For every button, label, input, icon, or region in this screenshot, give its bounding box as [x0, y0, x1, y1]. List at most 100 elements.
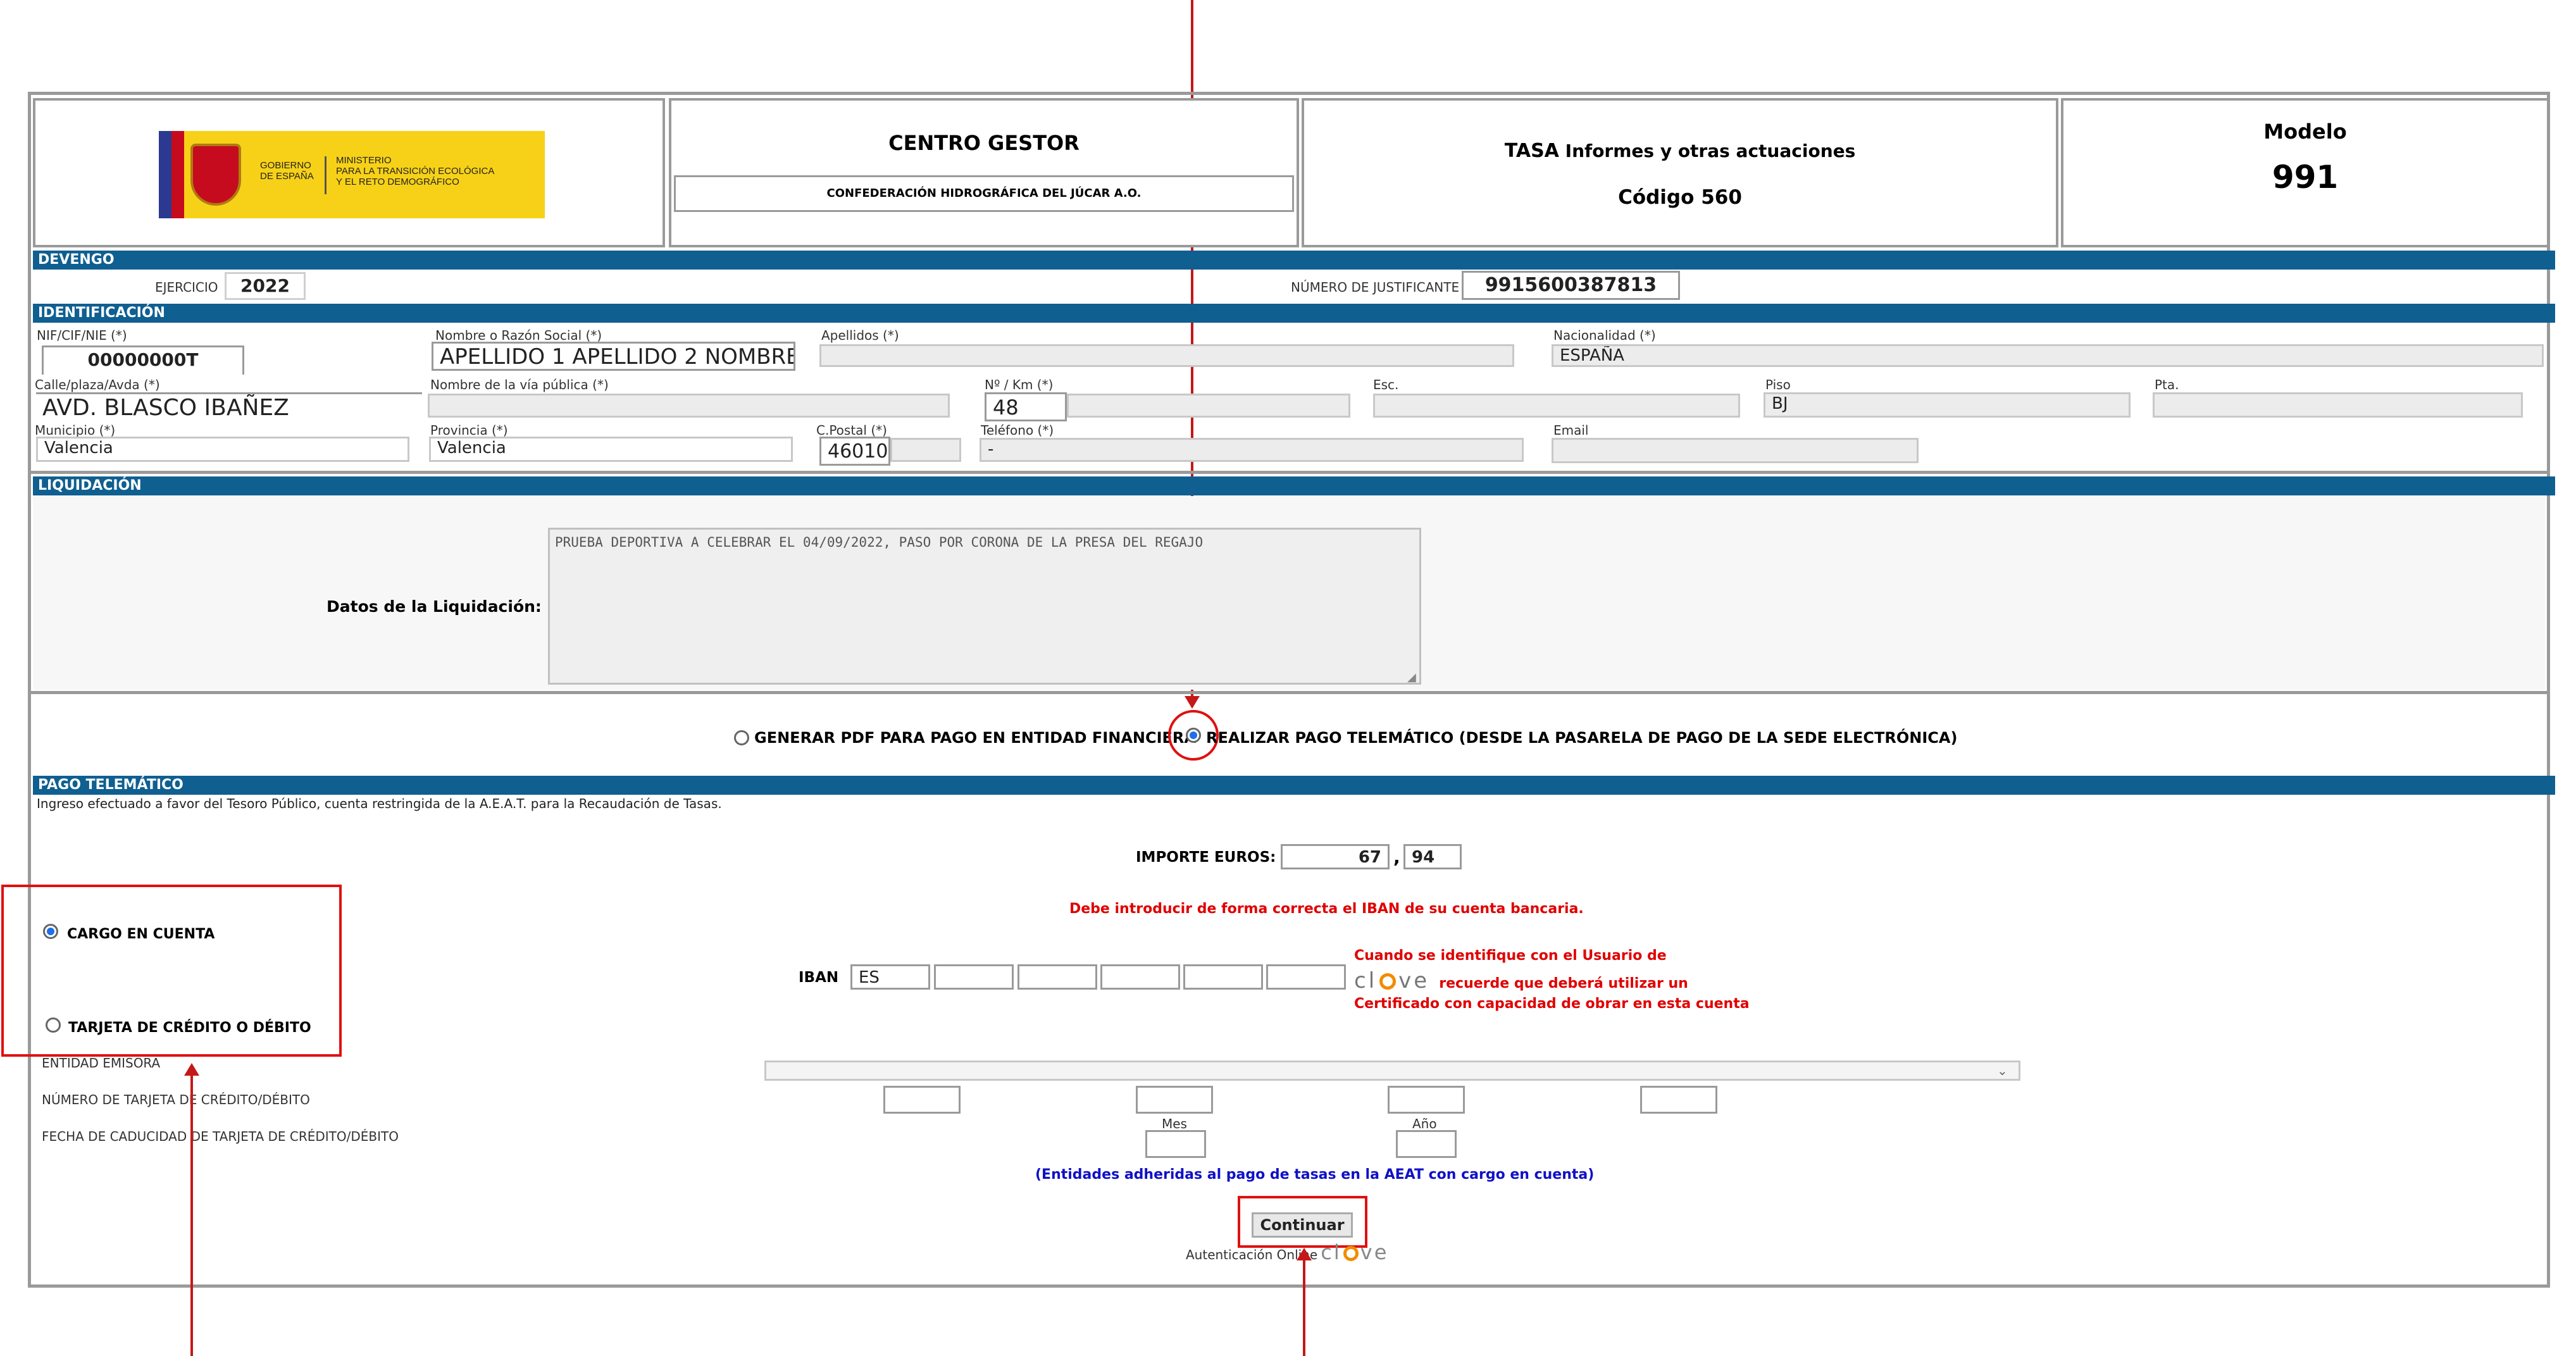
pta-field[interactable]	[2153, 392, 2523, 418]
pago-info: Ingreso efectuado a favor del Tesoro Púb…	[37, 796, 722, 811]
section-identificacion: IDENTIFICACIÓN	[33, 304, 2555, 323]
tarjeta-part-1[interactable]	[883, 1086, 961, 1114]
clave-note-3: Certificado con capacidad de obrar en es…	[1354, 996, 1750, 1012]
tasa-name: Informes y otras actuaciones	[1565, 140, 1856, 161]
cp-field[interactable]: 46010	[819, 437, 890, 466]
tasa-codigo: Código 560	[1618, 186, 1742, 209]
coat-of-arms-icon	[190, 144, 241, 206]
importe-euros-field[interactable]: 67	[1281, 844, 1390, 869]
calle-label: Calle/plaza/Avda (*)	[35, 377, 160, 392]
flag-stripe-red-icon	[171, 131, 184, 218]
clave-logo-left: cl	[1354, 968, 1378, 993]
tarjeta-part-2[interactable]	[1136, 1086, 1213, 1114]
nacionalidad-field[interactable]: ESPAÑA	[1552, 344, 2544, 367]
municipio-field[interactable]: Valencia	[36, 437, 409, 462]
piso-field[interactable]: BJ	[1764, 392, 2131, 418]
centro-gestor-title: CENTRO GESTOR	[888, 131, 1080, 155]
esc-label: Esc.	[1373, 377, 1399, 392]
radio-tarjeta[interactable]	[46, 1017, 61, 1033]
telefono-label: Teléfono (*)	[981, 423, 1054, 438]
justificante-label: NÚMERO DE JUSTIFICANTE	[1291, 280, 1460, 295]
provincia-field[interactable]: Valencia	[429, 437, 793, 462]
iban-part-4[interactable]	[1100, 964, 1180, 990]
cp-extra-field	[890, 438, 961, 462]
iban-part-2[interactable]	[934, 964, 1014, 990]
iban-warning: Debe introducir de forma correcta el IBA…	[1069, 901, 1584, 917]
pta-label: Pta.	[2155, 377, 2179, 392]
nombre-label: Nombre o Razón Social (*)	[435, 328, 602, 343]
importe-label: IMPORTE EUROS:	[1136, 849, 1276, 866]
via-field[interactable]	[428, 394, 950, 418]
tarjeta-part-3[interactable]	[1388, 1086, 1465, 1114]
telefono-field[interactable]: -	[980, 438, 1524, 462]
nacionalidad-label: Nacionalidad (*)	[1553, 328, 1656, 343]
clave-logo-right: ve	[1398, 968, 1430, 993]
auth-clave-icon	[1343, 1246, 1359, 1261]
via-label: Nombre de la vía pública (*)	[430, 377, 609, 392]
iban-part-3[interactable]	[1017, 964, 1097, 990]
header-centro-gestor-cell: CENTRO GESTOR CONFEDERACIÓN HIDROGRÁFICA…	[669, 98, 1299, 247]
tasa-title: TASA Informes y otras actuaciones	[1304, 140, 2056, 162]
justificante-field[interactable]: 9915600387813	[1462, 271, 1680, 300]
datos-liquidacion-label: Datos de la Liquidación:	[327, 597, 542, 616]
clave-note-2: recuerde que deberá utilizar un	[1439, 976, 1688, 992]
liquidacion-bottom-border	[28, 691, 2550, 694]
caducidad-ano-field[interactable]	[1396, 1130, 1457, 1158]
apellidos-label: Apellidos (*)	[821, 328, 899, 343]
section-liquidacion: LIQUIDACIÓN	[33, 476, 2555, 495]
nombre-field[interactable]: APELLIDO 1 APELLIDO 2 NOMBRE -	[432, 342, 795, 371]
centro-gestor-value: CONFEDERACIÓN HIDROGRÁFICA DEL JÚCAR A.O…	[674, 175, 1294, 212]
iban-part-6[interactable]	[1266, 964, 1346, 990]
entidades-adheridas-link[interactable]: (Entidades adheridas al pago de tasas en…	[1035, 1167, 1594, 1183]
apellidos-field[interactable]	[819, 344, 1514, 367]
textarea-resize-icon[interactable]: ◢	[1407, 671, 1416, 684]
importe-separator: ,	[1393, 847, 1400, 868]
entidad-emisora-select[interactable]	[764, 1061, 2020, 1081]
ejercicio-field[interactable]: 2022	[225, 272, 306, 300]
mes-label: Mes	[1162, 1116, 1187, 1131]
iban-part-5[interactable]	[1183, 964, 1263, 990]
ministry-line3: Y EL RETO DEMOGRÁFICO	[336, 177, 459, 187]
annotation-arrow-right-head	[1297, 1248, 1312, 1260]
tarjeta-part-4[interactable]	[1640, 1086, 1717, 1114]
annotation-arrow-left-line	[190, 1074, 193, 1356]
num-label: Nº / Km (*)	[985, 377, 1054, 392]
auth-clave-right: ve	[1360, 1240, 1389, 1264]
clave-note-1: Cuando se identifique con el Usuario de	[1354, 948, 1667, 964]
esc-field[interactable]	[1373, 394, 1740, 418]
caducidad-label: FECHA DE CADUCIDAD DE TARJETA DE CRÉDITO…	[42, 1129, 399, 1144]
ejercicio-label: EJERCICIO	[155, 280, 218, 295]
continuar-button[interactable]: Continuar	[1252, 1212, 1353, 1238]
email-field[interactable]	[1552, 438, 1919, 463]
clave-logo-icon	[1379, 973, 1397, 990]
cp-label: C.Postal (*)	[816, 423, 887, 438]
iban-part-1[interactable]: ES	[850, 964, 930, 990]
label-tarjeta: TARJETA DE CRÉDITO O DÉBITO	[68, 1020, 311, 1036]
header-modelo-cell: Modelo 991	[2061, 98, 2549, 247]
email-label: Email	[1553, 423, 1589, 438]
num-field[interactable]: 48	[985, 392, 1067, 421]
autenticacion-online: Autenticación Online cl ve	[1186, 1240, 1388, 1264]
entidad-emisora-label: ENTIDAD EMISORA	[42, 1055, 161, 1071]
calle-field[interactable]: AVD. BLASCO IBAÑEZ	[36, 392, 422, 423]
chevron-down-icon: ⌄	[1997, 1063, 2008, 1078]
radio-generar-pdf[interactable]	[734, 730, 749, 745]
modelo-value: 991	[2272, 159, 2339, 196]
nif-label: NIF/CIF/NIE (*)	[37, 328, 127, 343]
logo-divider	[325, 156, 327, 194]
form-frame	[28, 92, 2550, 1288]
nif-field[interactable]: 00000000T	[42, 345, 244, 375]
gobierno-logo: GOBIERNO DE ESPAÑA MINISTERIO PARA LA TR…	[159, 131, 545, 218]
datos-liquidacion-textarea[interactable]: PRUEBA DEPORTIVA A CELEBRAR EL 04/09/202…	[548, 528, 1421, 685]
iban-label: IBAN	[799, 969, 839, 986]
label-generar-pdf: GENERAR PDF PARA PAGO EN ENTIDAD FINANCI…	[754, 729, 1196, 747]
label-cargo-en-cuenta: CARGO EN CUENTA	[67, 926, 215, 942]
provincia-label: Provincia (*)	[430, 423, 508, 438]
modelo-label: Modelo	[2263, 120, 2347, 144]
caducidad-mes-field[interactable]	[1145, 1130, 1206, 1158]
header-logo-cell: GOBIERNO DE ESPAÑA MINISTERIO PARA LA TR…	[33, 98, 665, 247]
annotation-arrow-right-line	[1303, 1259, 1305, 1356]
importe-cents-field[interactable]: 94	[1403, 844, 1462, 869]
radio-cargo-en-cuenta[interactable]	[43, 924, 58, 939]
section-pago-telematico: PAGO TELEMÁTICO	[33, 776, 2555, 795]
